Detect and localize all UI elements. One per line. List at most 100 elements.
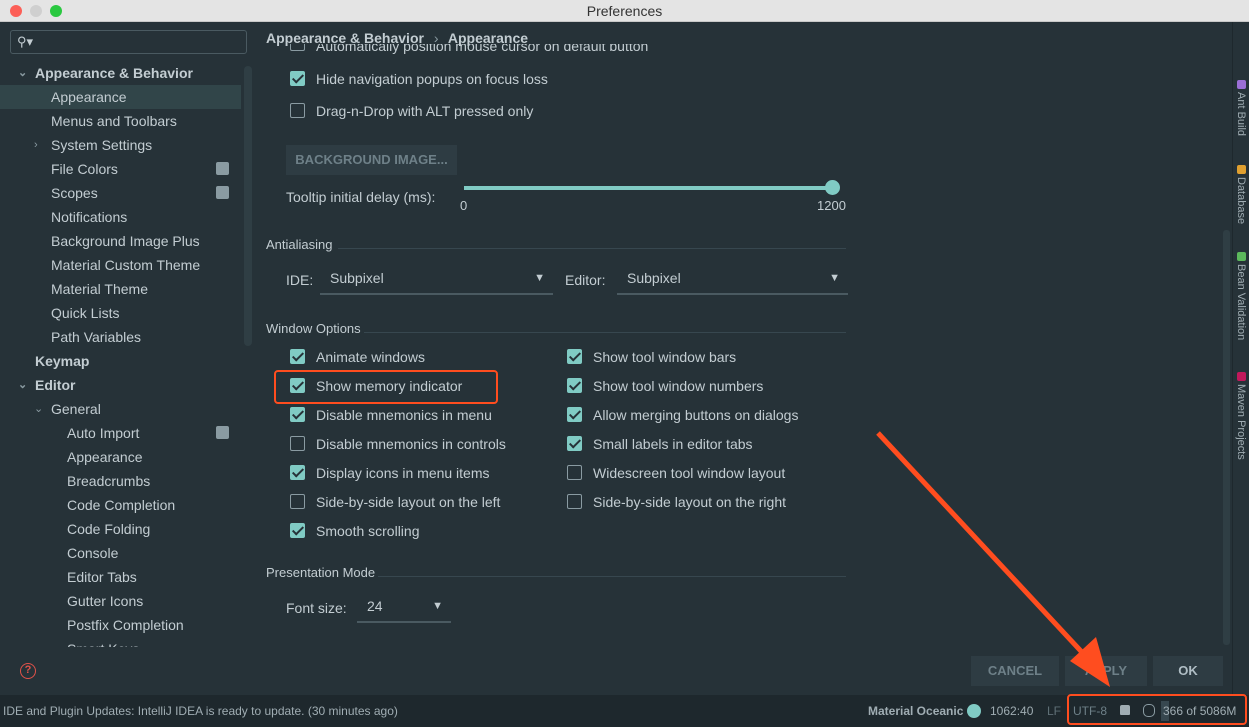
checkbox[interactable] [567, 378, 582, 393]
checkbox[interactable] [290, 103, 305, 118]
sidebar-item[interactable]: Gutter Icons [0, 589, 241, 613]
checkbox-label: Show tool window numbers [593, 378, 764, 394]
window-option-checkbox[interactable]: Side-by-side layout on the right [567, 492, 786, 512]
sidebar-item-label: Smart Keys [67, 637, 139, 647]
sidebar-item[interactable]: ⌄ General [0, 397, 241, 421]
sidebar-item[interactable]: Menus and Toolbars [0, 109, 241, 133]
ide-antialiasing-select[interactable]: Subpixel ▼ [320, 265, 553, 295]
sidebar-item-label: Code Folding [67, 521, 151, 537]
sidebar-item[interactable]: Appearance [0, 85, 241, 109]
checkbox[interactable] [290, 436, 305, 451]
window-option-checkbox[interactable]: Side-by-side layout on the left [290, 492, 500, 512]
help-icon[interactable]: ? [20, 663, 36, 679]
sidebar-item[interactable]: Code Completion [0, 493, 241, 517]
sidebar-item-label: Gutter Icons [67, 593, 144, 609]
option-checkbox[interactable]: Drag-n-Drop with ALT pressed only [290, 101, 533, 121]
caret-position[interactable]: 1062:40 [990, 695, 1033, 727]
editor-antialiasing-select[interactable]: Subpixel ▼ [617, 265, 848, 295]
sidebar-item[interactable]: Material Theme [0, 277, 241, 301]
checkbox[interactable] [567, 349, 582, 364]
theme-color-icon [967, 704, 981, 718]
sidebar-item[interactable]: ⌄ Appearance & Behavior [0, 61, 241, 85]
sidebar-item[interactable]: Appearance [0, 445, 241, 469]
checkbox[interactable] [290, 523, 305, 538]
option-checkbox[interactable]: Hide navigation popups on focus loss [290, 69, 548, 89]
slider-handle[interactable] [825, 180, 840, 195]
sidebar-item-label: Appearance & Behavior [35, 65, 193, 81]
checkbox[interactable] [290, 71, 305, 86]
sidebar-item[interactable]: Code Folding [0, 517, 241, 541]
tool-window-label: Bean Validation [1235, 264, 1247, 341]
window-option-checkbox[interactable]: Allow merging buttons on dialogs [567, 405, 798, 425]
sidebar-item[interactable]: Auto Import [0, 421, 241, 445]
content-scrollbar[interactable] [1223, 230, 1230, 645]
tool-window-button[interactable]: Database [1235, 165, 1247, 224]
window-option-checkbox[interactable]: Show tool window bars [567, 347, 736, 367]
window-option-checkbox[interactable]: Small labels in editor tabs [567, 434, 753, 454]
sidebar-item[interactable]: Notifications [0, 205, 241, 229]
dropdown-arrow-icon: ▼ [829, 272, 840, 284]
checkbox[interactable] [290, 407, 305, 422]
checkbox-label: Hide navigation popups on focus loss [316, 71, 548, 87]
chevron-down-icon[interactable]: ⌄ [18, 61, 27, 85]
window-option-checkbox[interactable]: Show tool window numbers [567, 376, 763, 396]
zoom-window-button[interactable] [50, 5, 62, 17]
checkbox[interactable] [567, 465, 582, 480]
slider-max-label: 1200 [817, 198, 846, 213]
sidebar-item[interactable]: Smart Keys [0, 637, 241, 647]
checkbox-label: Small labels in editor tabs [593, 436, 753, 452]
ok-button[interactable]: OK [1153, 656, 1223, 686]
tool-window-button[interactable]: Ant Build [1235, 80, 1247, 136]
window-option-checkbox[interactable]: Display icons in menu items [290, 463, 490, 483]
sidebar-item-label: Appearance [51, 89, 127, 105]
editor-label: Editor: [565, 272, 606, 288]
background-image-button[interactable]: BACKGROUND IMAGE... [286, 145, 457, 175]
sidebar-item[interactable]: Breadcrumbs [0, 469, 241, 493]
window-option-checkbox[interactable]: Animate windows [290, 347, 425, 367]
sidebar-item-label: Keymap [35, 353, 90, 369]
settings-search-input[interactable]: ⚲▾ [10, 30, 247, 54]
theme-name[interactable]: Material Oceanic [868, 695, 963, 727]
tool-window-button[interactable]: Bean Validation [1235, 252, 1247, 340]
checkbox[interactable] [290, 494, 305, 509]
sidebar-item[interactable]: File Colors [0, 157, 241, 181]
line-separator[interactable]: LF [1047, 695, 1061, 727]
checkbox[interactable] [567, 407, 582, 422]
sidebar-item[interactable]: Scopes [0, 181, 241, 205]
tool-window-icon [1236, 165, 1246, 174]
checkbox[interactable] [567, 436, 582, 451]
sidebar-item[interactable]: › System Settings [0, 133, 241, 157]
sidebar-item[interactable]: Quick Lists [0, 301, 241, 325]
sidebar-item[interactable]: Material Custom Theme [0, 253, 241, 277]
window-option-checkbox[interactable]: Smooth scrolling [290, 521, 420, 541]
sidebar-item[interactable]: Editor Tabs [0, 565, 241, 589]
chevron-down-icon[interactable]: ⌄ [18, 373, 27, 397]
status-message[interactable]: IDE and Plugin Updates: IntelliJ IDEA is… [3, 695, 398, 727]
sidebar-item[interactable]: Path Variables [0, 325, 241, 349]
window-option-checkbox[interactable]: Disable mnemonics in controls [290, 434, 506, 454]
minimize-window-button[interactable] [30, 5, 42, 17]
sidebar-item-label: Appearance [67, 449, 143, 465]
chevron-right-icon[interactable]: › [34, 133, 38, 157]
checkbox[interactable] [290, 349, 305, 364]
sidebar-item[interactable]: ⌄ Editor [0, 373, 241, 397]
close-window-button[interactable] [10, 5, 22, 17]
checkbox[interactable] [567, 494, 582, 509]
sidebar-item[interactable]: Console [0, 541, 241, 565]
window-option-checkbox[interactable]: Disable mnemonics in menu [290, 405, 492, 425]
sidebar-item[interactable]: Keymap [0, 349, 241, 373]
window-option-checkbox[interactable]: Widescreen tool window layout [567, 463, 785, 483]
sidebar-item[interactable]: Postfix Completion [0, 613, 241, 637]
tool-window-button[interactable]: Maven Projects [1235, 372, 1247, 460]
checkbox[interactable] [290, 44, 305, 51]
sidebar-scrollbar[interactable] [244, 66, 252, 346]
sidebar-item[interactable]: Background Image Plus [0, 229, 241, 253]
checkbox[interactable] [290, 465, 305, 480]
checkbox-label: Drag-n-Drop with ALT pressed only [316, 103, 534, 119]
chevron-down-icon[interactable]: ⌄ [34, 397, 43, 421]
checkbox-label: Allow merging buttons on dialogs [593, 407, 799, 423]
font-size-select[interactable]: 24 ▼ [357, 593, 451, 623]
tooltip-delay-slider[interactable] [464, 180, 840, 195]
sidebar-item-label: General [51, 401, 101, 417]
option-checkbox[interactable]: Automatically position mouse cursor on d… [290, 44, 648, 54]
